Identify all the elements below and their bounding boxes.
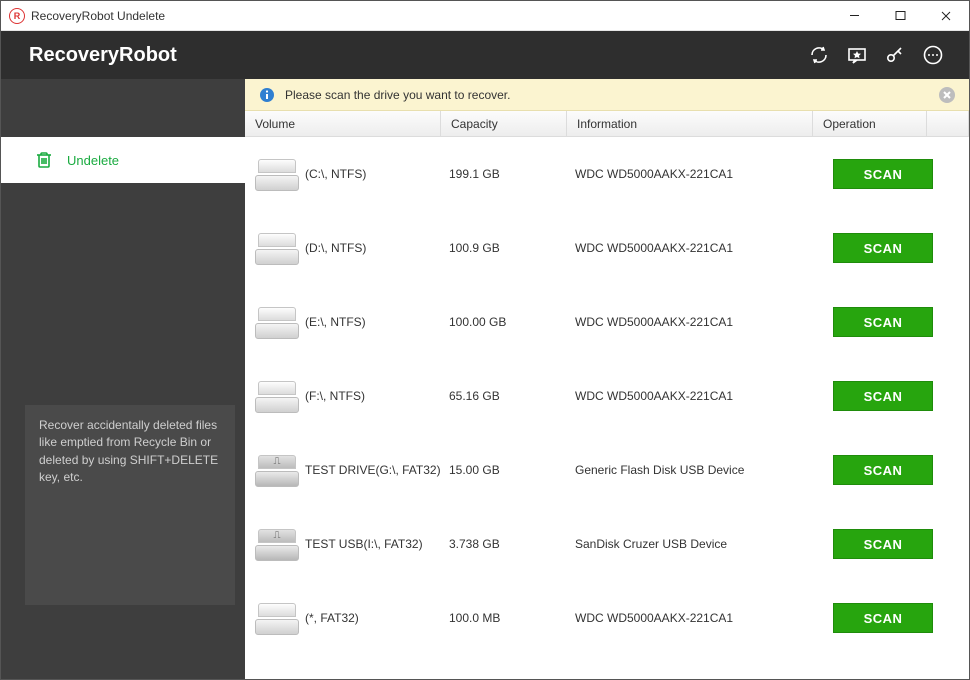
drive-volume: TEST USB(I:\, FAT32): [305, 537, 449, 551]
trash-icon: [35, 151, 53, 169]
scan-button[interactable]: SCAN: [833, 307, 933, 337]
drive-capacity: 100.9 GB: [449, 241, 575, 255]
drive-volume: (*, FAT32): [305, 611, 449, 625]
drive-row[interactable]: (E:\, NTFS)100.00 GBWDC WD5000AAKX-221CA…: [245, 285, 969, 359]
drive-volume: TEST DRIVE(G:\, FAT32): [305, 463, 449, 477]
drive-list: (C:\, NTFS)199.1 GBWDC WD5000AAKX-221CA1…: [245, 137, 969, 679]
drive-info: WDC WD5000AAKX-221CA1: [575, 315, 833, 329]
help-text: Recover accidentally deleted files like …: [25, 405, 235, 605]
column-information[interactable]: Information: [567, 111, 813, 136]
drive-volume: (F:\, NTFS): [305, 389, 449, 403]
info-icon: [259, 87, 275, 103]
window-title: RecoveryRobot Undelete: [31, 9, 165, 23]
column-end: [927, 111, 969, 136]
usb-drive-icon: ⎍: [255, 527, 299, 561]
drive-info: SanDisk Cruzer USB Device: [575, 537, 833, 551]
titlebar: R RecoveryRobot Undelete: [1, 1, 969, 31]
app-body: Undelete Recover accidentally deleted fi…: [1, 79, 969, 679]
drive-info: WDC WD5000AAKX-221CA1: [575, 167, 833, 181]
sidebar-item-undelete[interactable]: Undelete: [1, 137, 245, 183]
drive-volume: (D:\, NTFS): [305, 241, 449, 255]
app-icon: R: [9, 8, 25, 24]
drive-capacity: 65.16 GB: [449, 389, 575, 403]
close-small-icon: [943, 91, 951, 99]
drive-row[interactable]: ⎍ TEST USB(I:\, FAT32)3.738 GBSanDisk Cru…: [245, 507, 969, 581]
info-bar: Please scan the drive you want to recove…: [245, 79, 969, 111]
refresh-button[interactable]: [805, 41, 833, 69]
scan-button[interactable]: SCAN: [833, 455, 933, 485]
drive-volume: (C:\, NTFS): [305, 167, 449, 181]
refresh-icon: [809, 45, 829, 65]
scan-button[interactable]: SCAN: [833, 159, 933, 189]
info-message: Please scan the drive you want to recove…: [285, 88, 510, 102]
scan-button[interactable]: SCAN: [833, 529, 933, 559]
hdd-drive-icon: [255, 157, 299, 191]
drive-capacity: 100.00 GB: [449, 315, 575, 329]
hdd-drive-icon: [255, 305, 299, 339]
column-operation[interactable]: Operation: [813, 111, 927, 136]
drive-row[interactable]: (*, FAT32)100.0 MBWDC WD5000AAKX-221CA1S…: [245, 581, 969, 655]
scan-button[interactable]: SCAN: [833, 233, 933, 263]
hdd-drive-icon: [255, 601, 299, 635]
drive-row[interactable]: (C:\, NTFS)199.1 GBWDC WD5000AAKX-221CA1…: [245, 137, 969, 211]
sidebar-item-label: Undelete: [67, 153, 119, 168]
scan-button[interactable]: SCAN: [833, 381, 933, 411]
drive-capacity: 199.1 GB: [449, 167, 575, 181]
close-icon: [940, 10, 952, 22]
feedback-button[interactable]: [843, 41, 871, 69]
more-button[interactable]: [919, 41, 947, 69]
app-window: R RecoveryRobot Undelete RecoveryRobot: [0, 0, 970, 680]
maximize-button[interactable]: [877, 1, 923, 31]
drive-volume: (E:\, NTFS): [305, 315, 449, 329]
feedback-icon: [847, 45, 867, 65]
table-header: Volume Capacity Information Operation: [245, 111, 969, 137]
minimize-button[interactable]: [831, 1, 877, 31]
drive-row[interactable]: ⎍ TEST DRIVE(G:\, FAT32)15.00 GBGeneric F…: [245, 433, 969, 507]
drive-row[interactable]: (D:\, NTFS)100.9 GBWDC WD5000AAKX-221CA1…: [245, 211, 969, 285]
drive-capacity: 3.738 GB: [449, 537, 575, 551]
brand-title: RecoveryRobot: [29, 44, 177, 67]
sidebar: Undelete Recover accidentally deleted fi…: [1, 79, 245, 679]
main-panel: Please scan the drive you want to recove…: [245, 79, 969, 679]
close-button[interactable]: [923, 1, 969, 31]
drive-capacity: 15.00 GB: [449, 463, 575, 477]
column-capacity[interactable]: Capacity: [441, 111, 567, 136]
drive-capacity: 100.0 MB: [449, 611, 575, 625]
usb-drive-icon: ⎍: [255, 453, 299, 487]
minimize-icon: [849, 10, 860, 21]
drive-info: WDC WD5000AAKX-221CA1: [575, 389, 833, 403]
more-icon: [923, 45, 943, 65]
column-volume[interactable]: Volume: [245, 111, 441, 136]
maximize-icon: [895, 10, 906, 21]
infobar-close-button[interactable]: [939, 87, 955, 103]
drive-info: WDC WD5000AAKX-221CA1: [575, 241, 833, 255]
key-icon: [885, 45, 905, 65]
drive-info: Generic Flash Disk USB Device: [575, 463, 833, 477]
hdd-drive-icon: [255, 231, 299, 265]
key-button[interactable]: [881, 41, 909, 69]
drive-row[interactable]: (F:\, NTFS)65.16 GBWDC WD5000AAKX-221CA1…: [245, 359, 969, 433]
drive-info: WDC WD5000AAKX-221CA1: [575, 611, 833, 625]
app-header: RecoveryRobot: [1, 31, 969, 79]
hdd-drive-icon: [255, 379, 299, 413]
scan-button[interactable]: SCAN: [833, 603, 933, 633]
